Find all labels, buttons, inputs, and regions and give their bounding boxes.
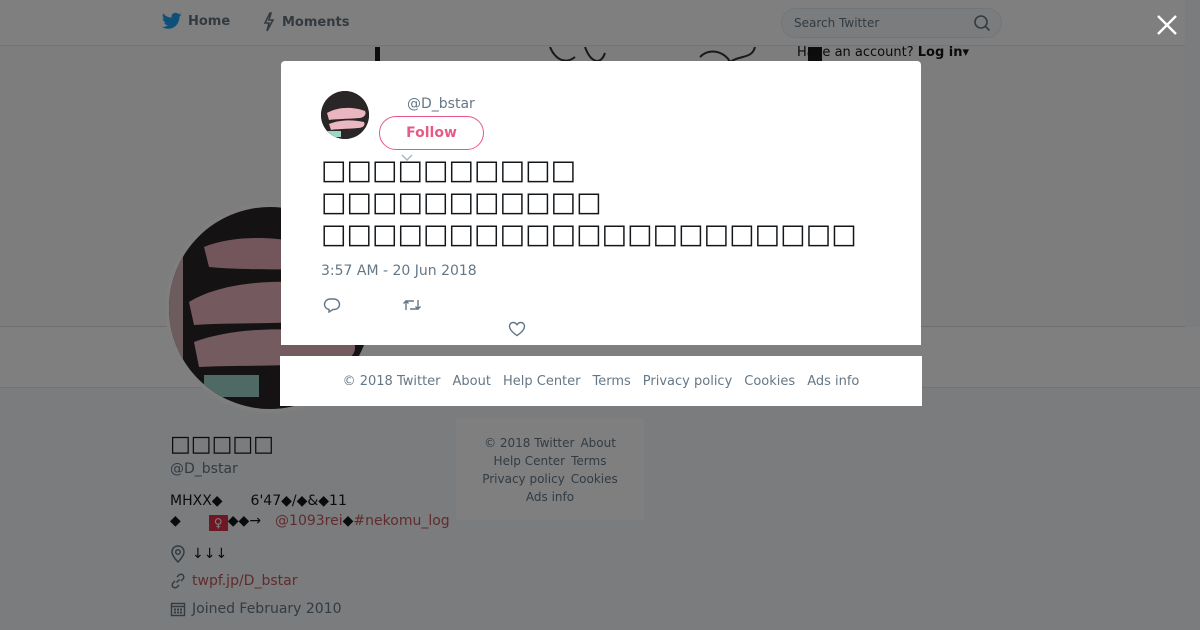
footer-privacy-link[interactable]: Privacy policy <box>643 374 732 389</box>
modal-footer: © 2018 Twitter About Help Center Terms P… <box>280 356 922 406</box>
tweet-timestamp[interactable]: 3:57 AM - 20 Jun 2018 <box>321 263 477 279</box>
heart-icon[interactable] <box>508 321 526 337</box>
footer-cookies-link[interactable]: Cookies <box>744 374 795 389</box>
close-icon[interactable] <box>1152 10 1182 40</box>
footer-about-link[interactable]: About <box>453 374 491 389</box>
footer-help-link[interactable]: Help Center <box>503 374 581 389</box>
tweet-author-avatar[interactable] <box>321 91 369 139</box>
tweet-permalink-modal: @D_bstar Follow □□□□□□□□□□ □□□□□□□□□□□ □… <box>281 61 921 345</box>
follow-button[interactable]: Follow <box>379 116 484 150</box>
footer-ads-link[interactable]: Ads info <box>807 374 859 389</box>
retweet-icon[interactable] <box>402 297 422 313</box>
tweet-author-handle[interactable]: @D_bstar <box>407 96 475 112</box>
footer-copyright: © 2018 Twitter <box>342 373 441 389</box>
tweet-text: □□□□□□□□□□ □□□□□□□□□□□ □□□□□□□□□□□□□□□□□… <box>321 155 857 250</box>
reply-icon[interactable] <box>323 297 341 313</box>
avatar-nail-photo <box>321 91 369 139</box>
footer-terms-link[interactable]: Terms <box>593 374 631 389</box>
